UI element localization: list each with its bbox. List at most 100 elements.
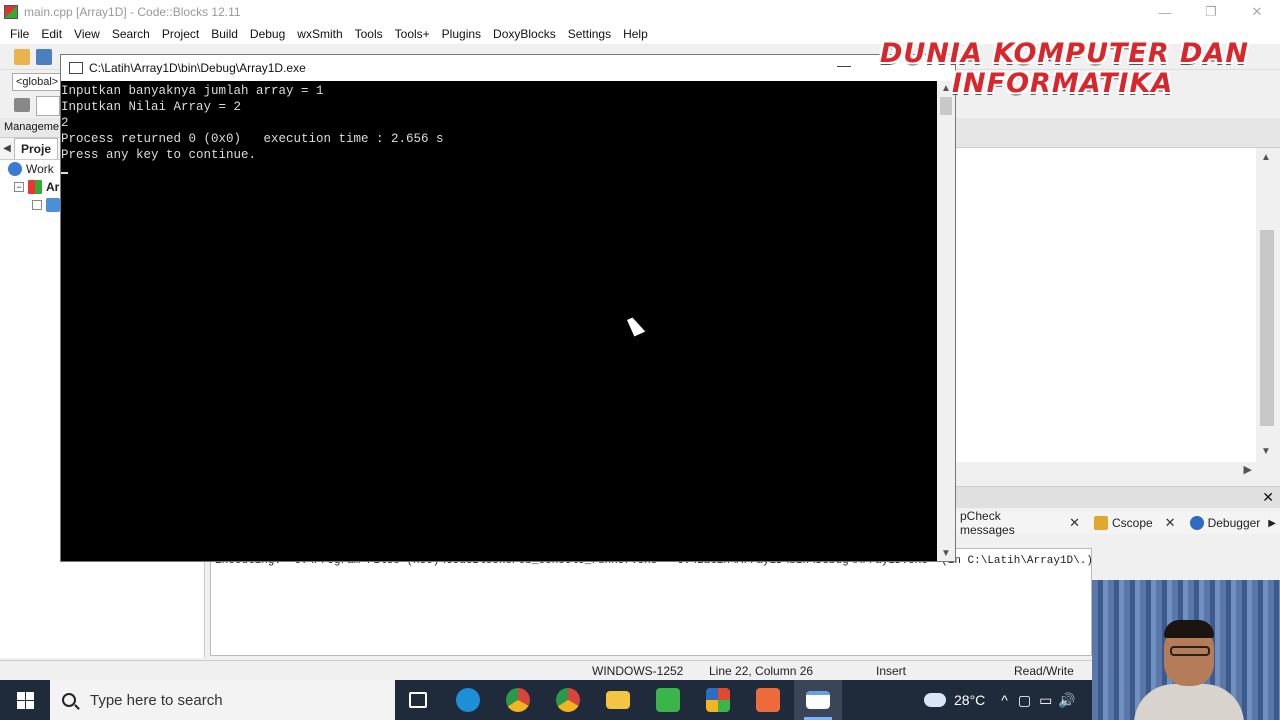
close-tab-icon[interactable]: ✕: [1165, 515, 1176, 531]
scroll-up-icon[interactable]: ▲: [1261, 152, 1271, 163]
tab-label: pCheck messages: [960, 509, 1015, 537]
logs-tabs: pCheck messages ✕ Cscope ✕ Debugger ▶: [956, 509, 1280, 537]
folder-icon: [46, 198, 60, 212]
maximize-button[interactable]: ❐: [1188, 0, 1234, 24]
scroll-down-icon[interactable]: ▼: [941, 548, 951, 559]
tab-debugger[interactable]: Debugger ▶: [1186, 516, 1280, 530]
watermark-line-2: INFORMATIKA: [952, 68, 1174, 99]
camtasia-button[interactable]: [644, 680, 692, 720]
tab-scroll-left-icon[interactable]: ◀: [0, 143, 14, 154]
chrome-profile-button[interactable]: [494, 680, 542, 720]
collapse-icon[interactable]: −: [14, 182, 24, 192]
console-cursor-line: [61, 163, 939, 179]
text-cursor: [61, 172, 68, 174]
toolbar-input[interactable]: [36, 96, 60, 116]
console-line: Press any key to continue.: [61, 148, 257, 162]
orange-app-button[interactable]: [744, 680, 792, 720]
tab-cppcheck-messages[interactable]: pCheck messages ✕: [956, 509, 1090, 537]
tab-cscope[interactable]: Cscope ✕: [1090, 515, 1186, 531]
task-view-icon: [409, 692, 427, 708]
menu-plugins[interactable]: Plugins: [436, 27, 487, 41]
windows-taskbar: Type here to search 28°C ^ ▢ ▭ 🔊: [0, 680, 1280, 720]
codeblocks-button[interactable]: [694, 680, 742, 720]
project-label: Ar: [46, 180, 60, 194]
breakpoint-icon[interactable]: [14, 98, 30, 112]
system-tray: 28°C ^ ▢ ▭ 🔊: [924, 680, 1076, 720]
scroll-down-icon[interactable]: ▼: [1261, 446, 1271, 457]
menu-tools-plus[interactable]: Tools+: [389, 27, 436, 41]
menu-wxsmith[interactable]: wxSmith: [291, 27, 348, 41]
watermark-line-1: DUNIA KOMPUTER DAN: [880, 38, 1249, 69]
window-title: main.cpp [Array1D] - Code::Blocks 12.11: [24, 5, 241, 19]
start-button[interactable]: [0, 680, 50, 720]
console-line: 2: [61, 116, 69, 130]
logs-close-button[interactable]: ✕: [1262, 489, 1274, 506]
close-tab-icon[interactable]: ✕: [1069, 515, 1080, 531]
console-line: Inputkan banyaknya jumlah array = 1: [61, 84, 324, 98]
build-log[interactable]: Executing: "C:\Program Files (x86)\CodeB…: [210, 548, 1093, 656]
network-icon[interactable]: ▭: [1039, 692, 1052, 709]
console-taskbar-button[interactable]: [794, 680, 842, 720]
logs-header: ✕: [956, 486, 1280, 508]
project-icon: [28, 180, 42, 194]
scroll-right-icon[interactable]: ▶: [1244, 463, 1252, 476]
taskbar-search[interactable]: Type here to search: [50, 680, 395, 720]
menu-settings[interactable]: Settings: [562, 27, 617, 41]
menu-build[interactable]: Build: [205, 27, 244, 41]
console-scrollbar[interactable]: ▲ ▼: [937, 81, 955, 561]
volume-icon[interactable]: 🔊: [1058, 692, 1075, 709]
file-explorer-button[interactable]: [594, 680, 642, 720]
presenter-glasses: [1170, 646, 1210, 656]
chrome-icon: [506, 688, 530, 712]
minimize-button[interactable]: —: [1142, 0, 1188, 24]
console-output[interactable]: Inputkan banyaknya jumlah array = 1 Inpu…: [61, 81, 939, 561]
editor-horizontal-scrollbar[interactable]: ▶: [956, 462, 1280, 478]
menu-help[interactable]: Help: [617, 27, 654, 41]
presenter-body: [1134, 684, 1244, 720]
collapse-icon[interactable]: [32, 200, 42, 210]
scope-combo[interactable]: <global>: [12, 73, 62, 91]
menu-file[interactable]: File: [4, 27, 35, 41]
menu-project[interactable]: Project: [156, 27, 205, 41]
console-title-bar[interactable]: C:\Latih\Array1D\bin\Debug\Array1D.exe —: [61, 55, 955, 81]
status-bar: WINDOWS-1252 Line 22, Column 26 Insert R…: [0, 660, 1280, 680]
tab-label: Cscope: [1111, 516, 1153, 530]
camtasia-icon: [656, 688, 680, 712]
tab-projects[interactable]: Proje: [14, 138, 59, 159]
code-editor[interactable]: [956, 148, 1256, 462]
menu-doxyblocks[interactable]: DoxyBlocks: [487, 27, 562, 41]
task-view-button[interactable]: [394, 680, 442, 720]
tray-app-icon[interactable]: ▢: [1018, 692, 1031, 709]
console-title: C:\Latih\Array1D\bin\Debug\Array1D.exe: [89, 61, 306, 75]
menu-edit[interactable]: Edit: [35, 27, 68, 41]
open-file-icon[interactable]: [36, 49, 52, 65]
new-file-icon[interactable]: [14, 49, 30, 65]
editor-vertical-scrollbar[interactable]: ▲ ▼: [1256, 148, 1280, 462]
status-encoding: WINDOWS-1252: [592, 664, 684, 678]
window-controls: — ❐ ✕: [1142, 0, 1280, 24]
scroll-thumb[interactable]: [1260, 230, 1274, 426]
weather-icon[interactable]: [924, 693, 946, 707]
console-window[interactable]: C:\Latih\Array1D\bin\Debug\Array1D.exe —…: [60, 54, 956, 562]
menu-debug[interactable]: Debug: [244, 27, 291, 41]
workspace-label: Work: [26, 162, 54, 176]
tab-label: Debugger: [1207, 516, 1261, 530]
close-button[interactable]: ✕: [1234, 0, 1280, 24]
chrome-button[interactable]: [544, 680, 592, 720]
debugger-icon: [1189, 516, 1204, 530]
tray-overflow-icon[interactable]: ^: [1001, 692, 1008, 708]
status-cursor-position: Line 22, Column 26: [709, 664, 814, 678]
console-minimize-button[interactable]: —: [837, 57, 851, 73]
menu-view[interactable]: View: [68, 27, 106, 41]
edge-button[interactable]: [444, 680, 492, 720]
menu-search[interactable]: Search: [106, 27, 156, 41]
edge-icon: [456, 688, 480, 712]
tabs-scroll-right-icon[interactable]: ▶: [1268, 518, 1276, 529]
weather-temperature[interactable]: 28°C: [954, 692, 985, 708]
presenter-hair: [1164, 620, 1214, 638]
windows-logo-icon: [16, 691, 34, 709]
console-line: Process returned 0 (0x0) execution time …: [61, 132, 444, 146]
menu-tools[interactable]: Tools: [349, 27, 389, 41]
codeblocks-icon: [706, 688, 730, 712]
search-icon: [62, 693, 76, 707]
